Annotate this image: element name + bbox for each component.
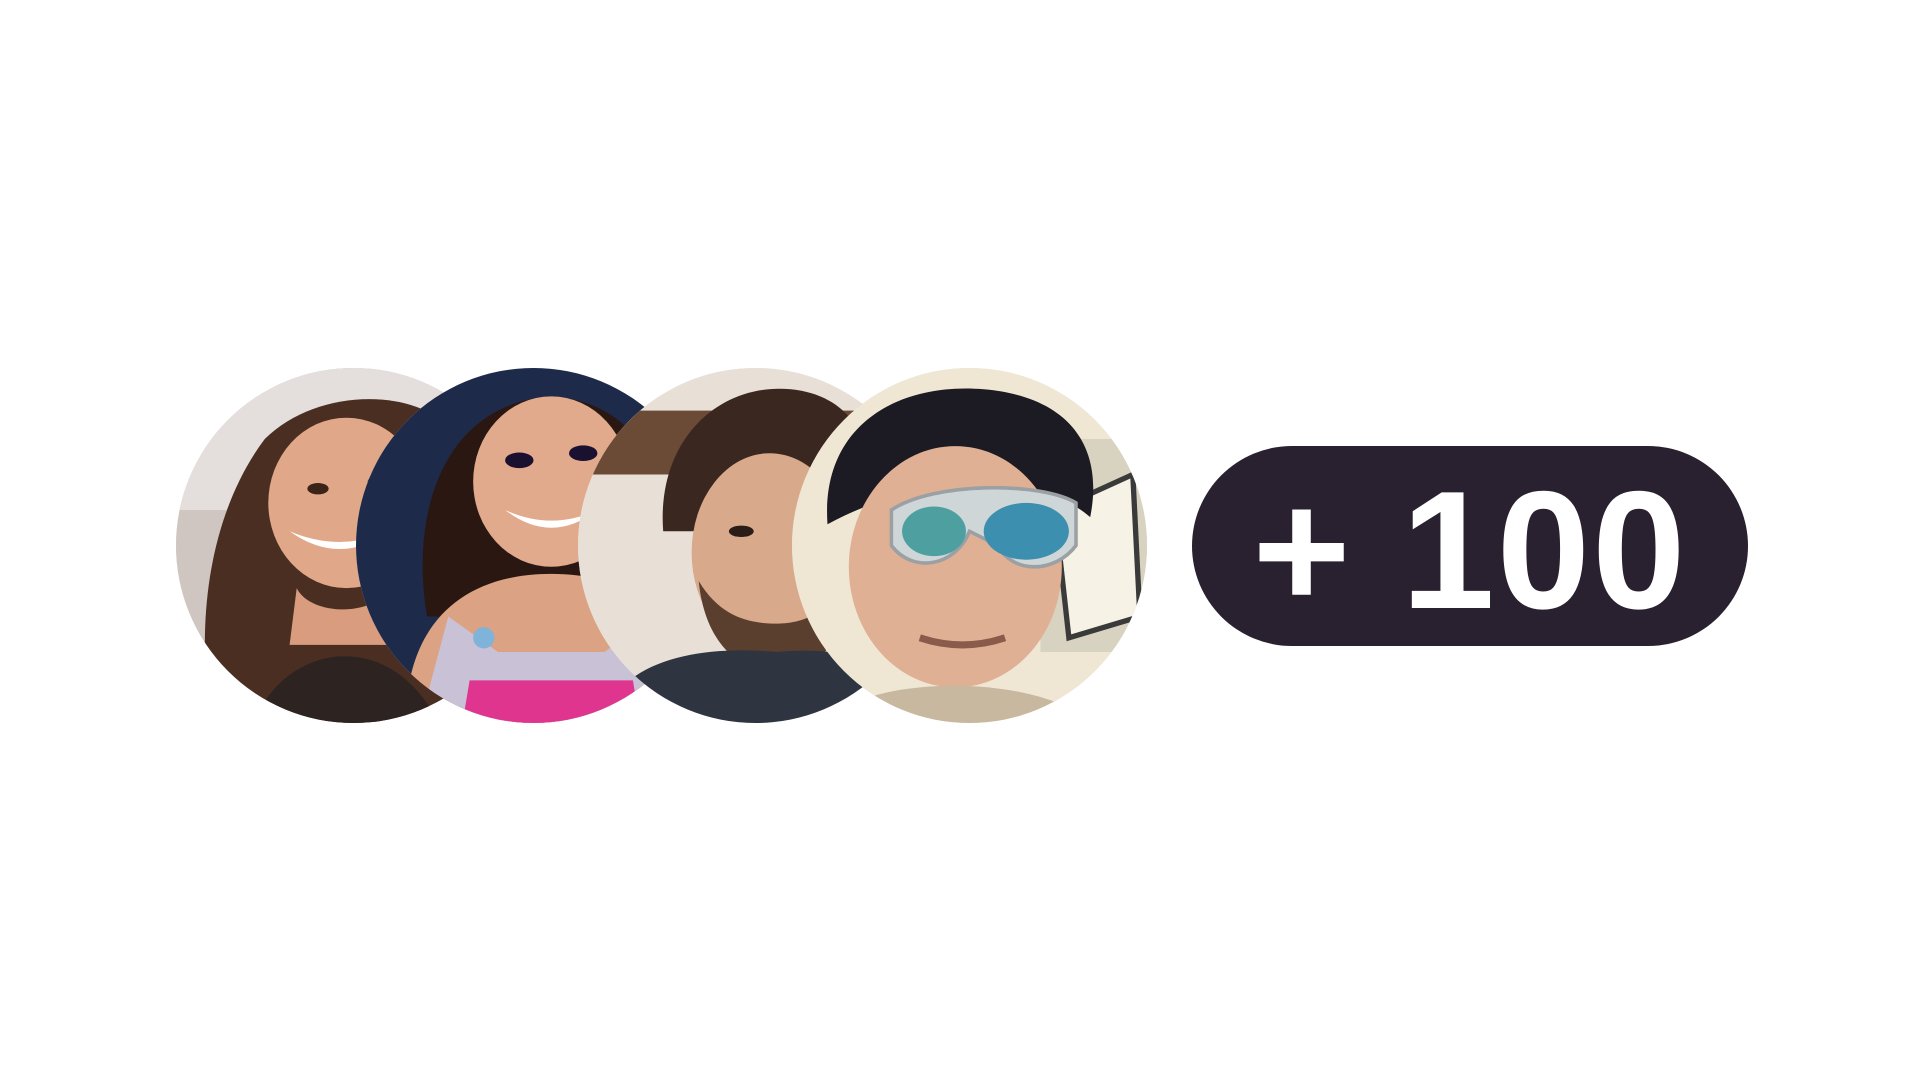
avatar-man-sunglasses[interactable] [792, 368, 1147, 723]
stage: + 100 [0, 0, 1920, 1080]
more-count-label: + 100 [1252, 456, 1688, 644]
more-count-badge[interactable]: + 100 [1192, 446, 1748, 646]
avatar-photo-4 [792, 368, 1147, 723]
